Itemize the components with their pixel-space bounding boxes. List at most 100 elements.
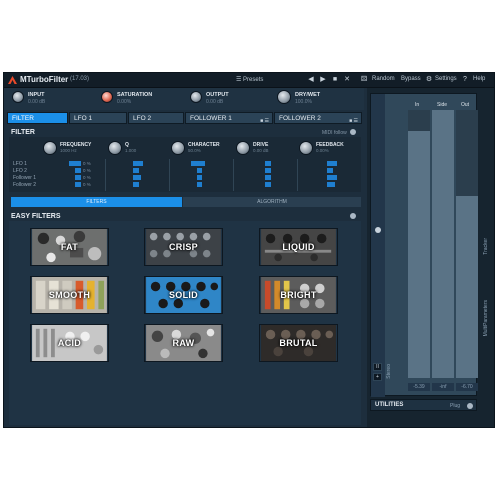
tracker-side-tab[interactable]: Tracker <box>483 238 489 255</box>
mod-amount-slider[interactable] <box>327 168 333 173</box>
close-icon[interactable]: ✕ <box>342 75 352 85</box>
preset-label: SOLID <box>168 290 198 300</box>
easy-preset-acid[interactable]: ACID <box>30 324 109 362</box>
mod-amount-value: 0 % <box>83 161 91 166</box>
midi-follow-toggle[interactable]: MIDI follow <box>322 130 347 136</box>
filters-switch-button[interactable]: FILTERS <box>11 197 182 207</box>
tab-follower-2[interactable]: FOLLOWER 2 ■ ☰ <box>274 112 362 124</box>
mod-amount-slider[interactable] <box>265 168 271 173</box>
easy-preset-solid[interactable]: SOLID <box>144 276 223 314</box>
frequency-knob[interactable] <box>43 141 57 155</box>
mod-amount-slider[interactable] <box>327 175 337 180</box>
column-divider <box>105 159 106 191</box>
tab-lfo-1-label: LFO 1 <box>74 115 93 122</box>
saturation-knob[interactable] <box>101 91 113 103</box>
easy-preset-smooth[interactable]: SMOOTH <box>30 276 109 314</box>
mod-amount-slider[interactable] <box>69 161 81 166</box>
easy-preset-brutal[interactable]: BRUTAL <box>259 324 338 362</box>
preset-label: CRISP <box>168 242 198 252</box>
mod-amount-slider[interactable] <box>197 168 202 173</box>
next-preset-icon[interactable]: ▶ <box>318 75 328 85</box>
utilities-label: UTILITIES <box>375 402 404 408</box>
stereo-mode-label[interactable]: Stereo <box>386 364 392 379</box>
random-icon[interactable]: ⚄ <box>359 75 369 85</box>
easy-preset-bright[interactable]: BRIGHT <box>259 276 338 314</box>
drive-knob[interactable] <box>236 141 250 155</box>
output-value: 0.00 dB <box>206 99 224 105</box>
mod-amount-slider[interactable] <box>265 161 271 166</box>
meter-in-value: -5.39 <box>408 383 430 391</box>
meter-in-fill <box>408 110 430 131</box>
tab-lfo-2[interactable]: LFO 2 <box>128 112 184 124</box>
utilities-value[interactable]: Plug <box>450 403 460 409</box>
save-icon[interactable]: ■ <box>330 75 340 85</box>
input-knob[interactable] <box>12 91 24 103</box>
mod-amount-slider[interactable] <box>75 175 81 180</box>
saturation-label: SATURATION <box>117 92 153 98</box>
dry-wet-label: DRY/WET <box>295 92 321 98</box>
mod-amount-slider[interactable] <box>191 161 205 166</box>
input-label: INPUT <box>28 92 45 98</box>
app-title: MTurboFilter <box>20 75 69 84</box>
mod-amount-slider[interactable] <box>327 182 335 187</box>
meter-in <box>408 110 430 378</box>
character-value: 50.0% <box>188 148 201 153</box>
filter-panel: FREQUENCY 1000 Hz Q 1.000 CHARACTER 50.0… <box>9 137 361 192</box>
pause-icon[interactable]: II <box>373 363 382 371</box>
settings-icon[interactable]: ⚙ <box>424 75 434 85</box>
tab-follower-1[interactable]: FOLLOWER 1 ■ ☰ <box>185 112 273 124</box>
preset-label: FAT <box>60 242 79 252</box>
easy-preset-crisp[interactable]: CRISP <box>144 228 223 266</box>
gain-slider[interactable] <box>371 94 385 397</box>
mod-amount-slider[interactable] <box>133 168 139 173</box>
zoom-icon[interactable]: + <box>373 373 382 381</box>
mod-amount-slider[interactable] <box>197 182 202 187</box>
gain-slider-handle[interactable] <box>375 227 381 233</box>
output-knob[interactable] <box>190 91 202 103</box>
utilities-bar[interactable]: UTILITIES Plug <box>370 399 477 411</box>
mod-row-label: Follower 2 <box>13 182 37 188</box>
mod-row-label: Follower 1 <box>13 175 37 181</box>
frequency-value: 1000 Hz <box>60 148 77 153</box>
follower-1-enable-icon[interactable]: ■ ☰ <box>260 116 269 127</box>
easy-preset-raw[interactable]: RAW <box>144 324 223 362</box>
help-link[interactable]: Help <box>473 76 485 82</box>
mod-amount-value: 0 % <box>83 175 91 180</box>
settings-link[interactable]: Settings <box>435 76 457 82</box>
algorithm-switch-button[interactable]: ALGORITHM <box>183 197 361 207</box>
mod-amount-slider[interactable] <box>327 161 337 166</box>
random-link[interactable]: Random <box>372 76 395 82</box>
preset-label: ACID <box>57 338 82 348</box>
mod-amount-slider[interactable] <box>197 175 202 180</box>
mod-amount-slider[interactable] <box>133 182 139 187</box>
tab-filter[interactable]: FILTER <box>7 112 68 124</box>
mod-amount-slider[interactable] <box>133 161 143 166</box>
mod-amount-slider[interactable] <box>265 182 271 187</box>
prev-preset-icon[interactable]: ◀ <box>306 75 316 85</box>
multiparameters-side-tab[interactable]: MultiParameters <box>483 300 489 336</box>
mod-amount-slider[interactable] <box>265 175 271 180</box>
feedback-knob[interactable] <box>299 141 313 155</box>
easy-filters-help-icon[interactable] <box>350 213 356 219</box>
bypass-link[interactable]: Bypass <box>401 76 421 82</box>
meldaproduction-logo-icon <box>8 76 17 84</box>
q-knob[interactable] <box>108 141 122 155</box>
tab-filter-label: FILTER <box>12 115 34 122</box>
tab-lfo-1[interactable]: LFO 1 <box>69 112 127 124</box>
utilities-help-icon[interactable] <box>467 403 473 409</box>
mod-amount-slider[interactable] <box>75 182 81 187</box>
level-meter-area: In Side Out -5.39 -inf -6.70 II + Stereo <box>370 93 478 397</box>
follower-2-enable-icon[interactable]: ■ ☰ <box>349 116 358 127</box>
easy-preset-liquid[interactable]: LIQUID <box>259 228 338 266</box>
easy-preset-fat[interactable]: FAT <box>30 228 109 266</box>
filter-help-icon[interactable] <box>350 129 356 135</box>
input-value: 0.00 dB <box>28 99 46 105</box>
presets-button[interactable]: ☰ Presets <box>236 76 263 83</box>
mod-amount-slider[interactable] <box>133 175 141 180</box>
help-icon[interactable]: ? <box>460 75 470 85</box>
mod-amount-slider[interactable] <box>75 168 81 173</box>
dry-wet-knob[interactable] <box>277 90 291 104</box>
dry-wet-value: 100.0% <box>295 99 312 105</box>
mod-amount-value: 0 % <box>83 182 91 187</box>
character-knob[interactable] <box>171 141 185 155</box>
